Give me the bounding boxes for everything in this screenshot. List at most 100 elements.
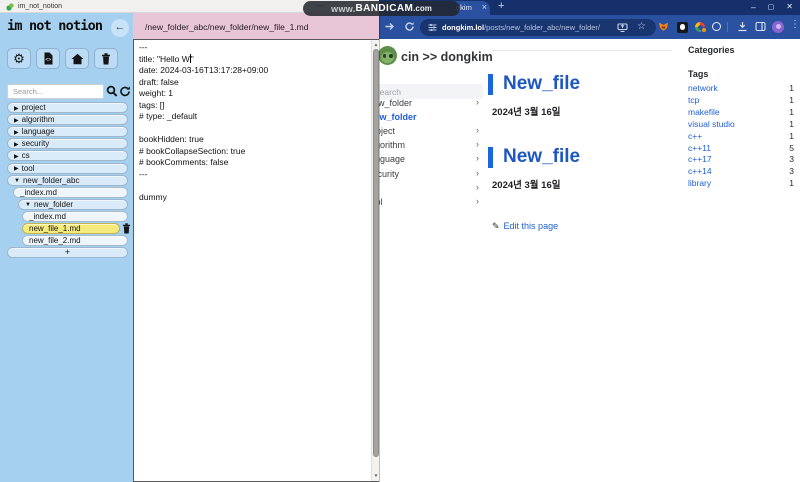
app-icon [6, 3, 14, 11]
editor-scrollbar[interactable]: ▲ ▼ [371, 40, 379, 481]
scrollbar-thumb[interactable] [373, 49, 379, 457]
minimize-button[interactable]: – [751, 2, 756, 12]
toolbar-divider [727, 22, 728, 32]
profile-avatar[interactable] [772, 21, 784, 33]
folder-arrow-icon: ▶ [14, 154, 19, 160]
close-button[interactable]: ✕ [786, 2, 793, 12]
tree-item-cs[interactable]: ▶cs [7, 150, 128, 161]
tree-item-label: tool [22, 164, 35, 173]
editor-line: title: "Hello W" [139, 54, 369, 66]
heading-marker [488, 147, 493, 168]
chevron-right-icon[interactable]: › [476, 196, 479, 206]
tree-item-new_folder[interactable]: ▼new_folder [18, 199, 128, 210]
scroll-up-icon[interactable]: ▲ [372, 40, 380, 49]
address-bar[interactable]: dongkim.lol/posts/new_folder_abc/new_fol… [420, 19, 656, 36]
browser-menu-icon[interactable]: ⋮ [790, 19, 800, 30]
tag-row: visual studio 1 [688, 119, 795, 130]
maximize-button[interactable]: ▢ [768, 3, 775, 13]
tree-item-new_file_2md[interactable]: new_file_2.md [22, 235, 128, 246]
reload-icon[interactable] [404, 21, 415, 32]
tag-count: 1 [789, 178, 794, 188]
site-title[interactable]: cin >> dongkim [401, 50, 493, 64]
editor-line: bookHidden: true [139, 134, 369, 146]
downloads-icon[interactable] [737, 21, 748, 32]
tag-count: 3 [789, 166, 794, 176]
new-tab-button[interactable]: + [498, 0, 504, 12]
scroll-down-icon[interactable]: ▼ [372, 471, 380, 480]
tree-item-security[interactable]: ▶security [7, 138, 128, 149]
url-text: dongkim.lol/posts/new_folder_abc/new_fol… [442, 23, 600, 32]
chevron-right-icon[interactable]: › [476, 97, 479, 107]
site-logo[interactable] [378, 46, 397, 65]
share-icon[interactable] [617, 22, 628, 32]
screen: gkim × + – ▢ ✕ dongkim.lol/posts/new_fo [0, 0, 800, 482]
tree-item-label: cs [22, 151, 30, 160]
chevron-right-icon[interactable]: › [476, 168, 479, 178]
tag-count: 1 [789, 119, 794, 129]
tag-count: 1 [789, 107, 794, 117]
chevron-right-icon[interactable]: › [476, 153, 479, 163]
editor-line [139, 180, 369, 192]
folder-arrow-icon: ▶ [14, 166, 19, 172]
tree-item-language[interactable]: ▶language [7, 126, 128, 137]
tag-count: 1 [789, 131, 794, 141]
tree-item-algorithm[interactable]: ▶algorithm [7, 114, 128, 125]
extension-ring-icon[interactable] [712, 22, 721, 31]
tag-link[interactable]: library [688, 178, 711, 188]
app-sidebar: im not notion ← ⚙ <> [0, 13, 133, 482]
editor-line: --- [139, 42, 369, 54]
bookmark-star-icon[interactable]: ☆ [637, 21, 646, 32]
editor-line: # bookCollapseSection: true [139, 146, 369, 158]
tag-link[interactable]: c++11 [688, 143, 711, 153]
tree-item-_indexmd[interactable]: _index.md [22, 211, 128, 222]
tree-item-_indexmd[interactable]: _index.md [13, 187, 128, 198]
chevron-right-icon[interactable]: › [476, 125, 479, 135]
tree-item-label: security [22, 139, 50, 148]
side-panel-icon[interactable] [755, 21, 766, 32]
tree-item-new_file_1md[interactable]: new_file_1.md [22, 223, 120, 234]
tag-link[interactable]: tcp [688, 95, 699, 105]
folder-arrow-icon: ▼ [14, 178, 20, 184]
chevron-right-icon[interactable]: › [476, 182, 479, 192]
editor-line: date: 2024-03-16T13:17:28+09:00 [139, 65, 369, 77]
metamask-extension-icon[interactable] [658, 21, 669, 32]
tag-link[interactable]: c++ [688, 131, 702, 141]
site-info-icon[interactable] [428, 23, 437, 32]
tag-link[interactable]: c++17 [688, 154, 712, 164]
tag-count: 5 [789, 143, 794, 153]
tag-link[interactable]: c++14 [688, 166, 712, 176]
tag-row: c++ 1 [688, 131, 795, 142]
tree-item-label: _index.md [20, 188, 57, 197]
editor-line [139, 123, 369, 135]
tab-close-icon[interactable]: × [482, 2, 487, 12]
window-controls: – ▢ ✕ [751, 2, 793, 12]
tag-count: 3 [789, 154, 794, 164]
tree-add-button[interactable]: + [7, 247, 128, 258]
tree-item-label: + [65, 247, 70, 257]
folder-arrow-icon: ▶ [14, 130, 19, 136]
editor-line: # bookComments: false [139, 157, 369, 169]
edit-this-page-link[interactable]: ✎Edit this page [492, 221, 558, 232]
folder-arrow-icon: ▼ [25, 202, 31, 208]
tree-item-tool[interactable]: ▶tool [7, 163, 128, 174]
editor-line: # type: _default [139, 111, 369, 123]
site-search-input[interactable] [366, 84, 483, 99]
tree-item-new_folder_abc[interactable]: ▼new_folder_abc [7, 175, 128, 186]
tag-row: tcp 1 [688, 95, 795, 106]
tree-item-project[interactable]: ▶project [7, 102, 128, 113]
tag-link[interactable]: visual studio [688, 119, 735, 129]
tag-count: 1 [789, 83, 794, 93]
forward-icon[interactable] [384, 21, 395, 32]
markdown-editor[interactable]: ---title: "Hello W"date: 2024-03-16T13:1… [133, 39, 379, 482]
chevron-right-icon[interactable]: › [476, 139, 479, 149]
recorder-extension-icon[interactable] [677, 22, 688, 33]
tag-row: library 1 [688, 178, 795, 189]
tag-count: 1 [789, 95, 794, 105]
editor-header: /new_folder_abc/new_folder/new_file_1.md [133, 13, 379, 39]
tag-link[interactable]: network [688, 83, 718, 93]
tag-row: makefile 1 [688, 107, 795, 118]
tag-link[interactable]: makefile [688, 107, 720, 117]
delete-file-icon[interactable] [122, 223, 132, 234]
tag-row: network 1 [688, 83, 795, 94]
tag-row: c++14 3 [688, 166, 795, 177]
